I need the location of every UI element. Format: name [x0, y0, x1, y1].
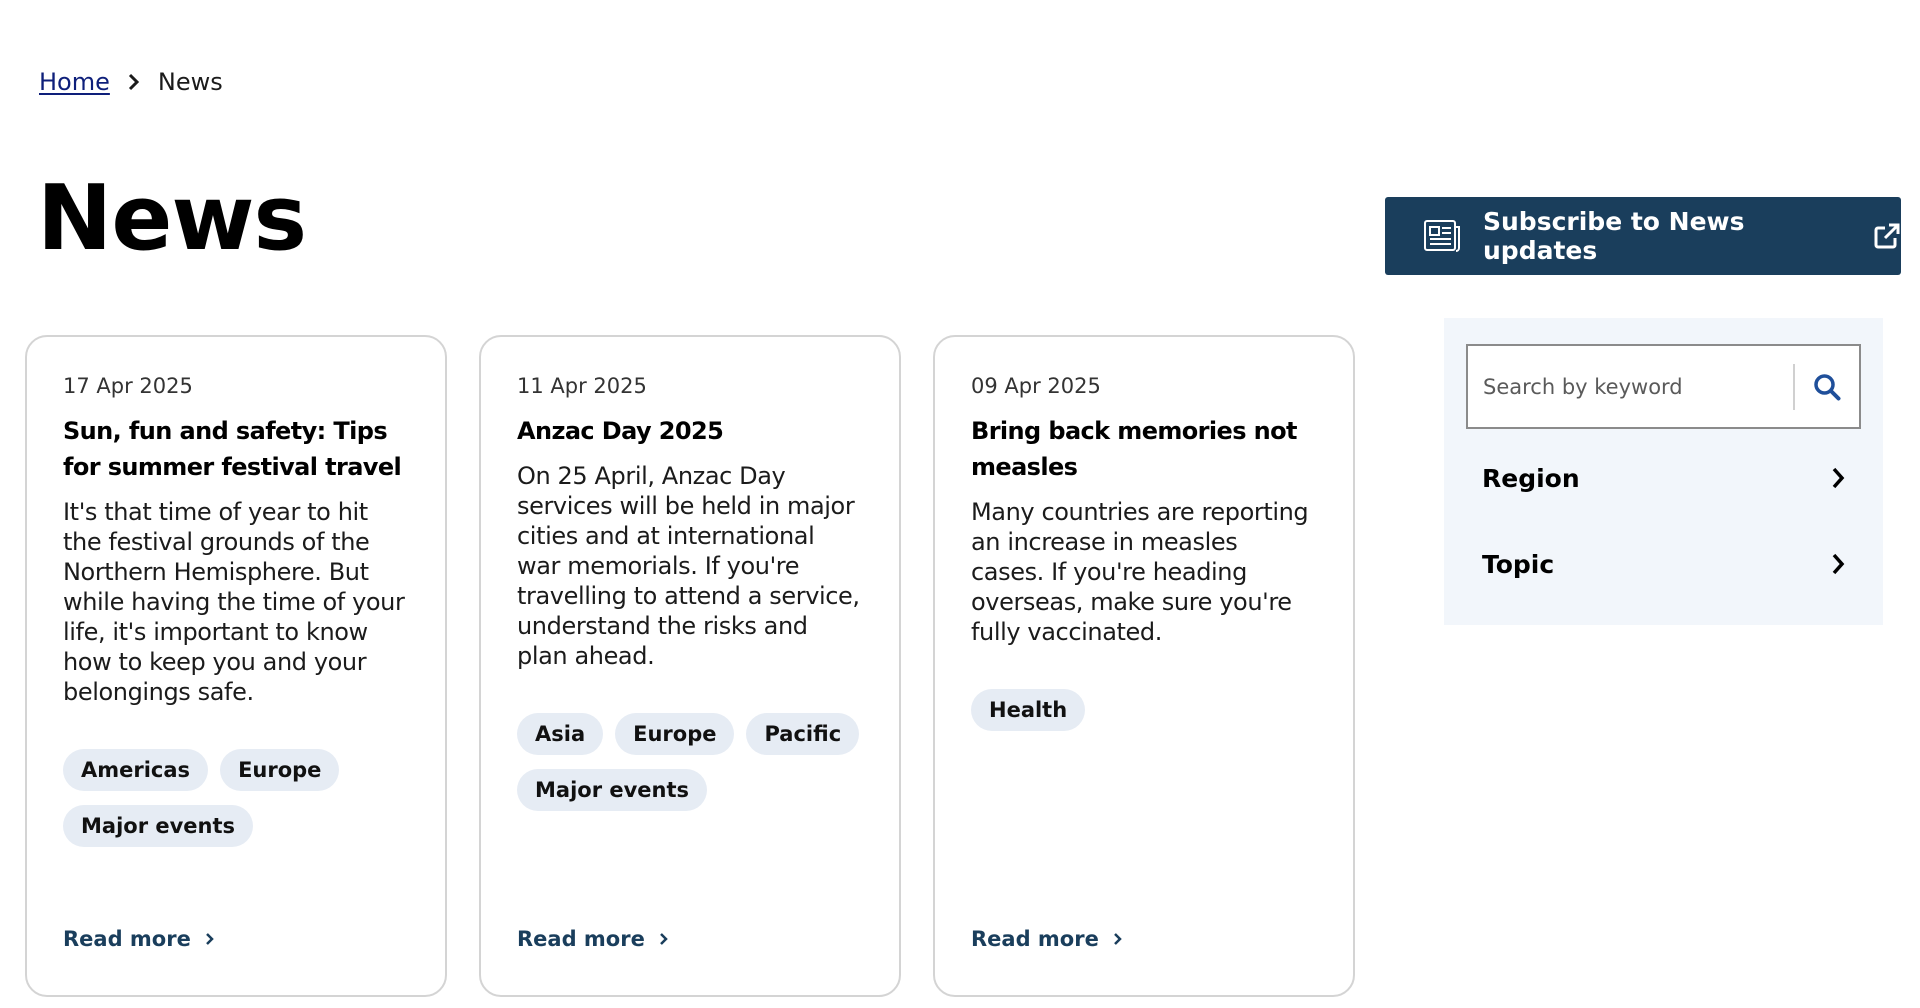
tag-health[interactable]: Health	[971, 689, 1086, 731]
news-card[interactable]: 17 Apr 2025 Sun, fun and safety: Tips fo…	[25, 335, 447, 997]
chevron-right-icon	[1113, 933, 1122, 945]
external-link-icon	[1873, 222, 1901, 250]
card-date: 09 Apr 2025	[971, 374, 1101, 398]
chevron-right-icon	[659, 933, 668, 945]
card-summary: Many countries are reporting an increase…	[971, 498, 1309, 646]
chevron-right-icon	[1832, 553, 1845, 575]
search-button[interactable]	[1795, 346, 1859, 427]
page-title: News	[37, 166, 307, 271]
card-title[interactable]: Anzac Day 2025	[517, 413, 863, 449]
chevron-right-icon	[110, 73, 158, 91]
news-page: Home News News Subscribe to News updates	[0, 0, 1920, 1008]
tag-europe[interactable]: Europe	[615, 713, 735, 755]
breadcrumb-current: News	[157, 68, 223, 96]
newspaper-icon	[1423, 219, 1461, 253]
card-title[interactable]: Bring back memories not measles	[971, 413, 1317, 485]
tag-major-events[interactable]: Major events	[63, 805, 254, 847]
news-card[interactable]: 09 Apr 2025 Bring back memories not meas…	[933, 335, 1355, 997]
subscribe-button[interactable]: Subscribe to News updates	[1385, 197, 1901, 275]
read-more-link[interactable]: Read more	[971, 927, 1123, 951]
tag-europe[interactable]: Europe	[220, 749, 340, 791]
filter-topic-label: Topic	[1482, 549, 1555, 579]
tag-list: Americas Europe Major events	[63, 749, 409, 847]
read-more-link[interactable]: Read more	[517, 927, 669, 951]
search-box	[1466, 344, 1861, 429]
tag-list: Asia Europe Pacific Major events	[517, 713, 863, 811]
subscribe-label: Subscribe to News updates	[1483, 207, 1745, 265]
filter-region-label: Region	[1482, 463, 1580, 493]
card-summary: It's that time of year to hit the festiv…	[63, 498, 405, 706]
read-more-link[interactable]: Read more	[63, 927, 215, 951]
tag-major-events[interactable]: Major events	[517, 769, 708, 811]
search-input[interactable]	[1468, 346, 1793, 427]
news-card[interactable]: 11 Apr 2025 Anzac Day 2025 On 25 April, …	[479, 335, 901, 997]
tag-americas[interactable]: Americas	[63, 749, 209, 791]
card-title[interactable]: Sun, fun and safety: Tips for summer fes…	[63, 413, 409, 485]
card-date: 11 Apr 2025	[517, 374, 647, 398]
read-more-label: Read more	[63, 927, 191, 951]
breadcrumb-home-link[interactable]: Home	[39, 66, 110, 98]
breadcrumb: Home News	[39, 66, 223, 98]
tag-pacific[interactable]: Pacific	[746, 713, 860, 755]
chevron-right-icon	[1832, 467, 1845, 489]
search-icon	[1814, 373, 1841, 400]
card-date: 17 Apr 2025	[63, 374, 193, 398]
chevron-right-icon	[205, 933, 214, 945]
read-more-label: Read more	[971, 927, 1099, 951]
filter-topic[interactable]: Topic	[1466, 521, 1861, 607]
tag-asia[interactable]: Asia	[517, 713, 604, 755]
read-more-label: Read more	[517, 927, 645, 951]
filter-region[interactable]: Region	[1466, 435, 1861, 521]
filter-panel: Region Topic	[1444, 318, 1883, 625]
tag-list: Health	[971, 689, 1317, 731]
card-summary: On 25 April, Anzac Day services will be …	[517, 462, 860, 670]
